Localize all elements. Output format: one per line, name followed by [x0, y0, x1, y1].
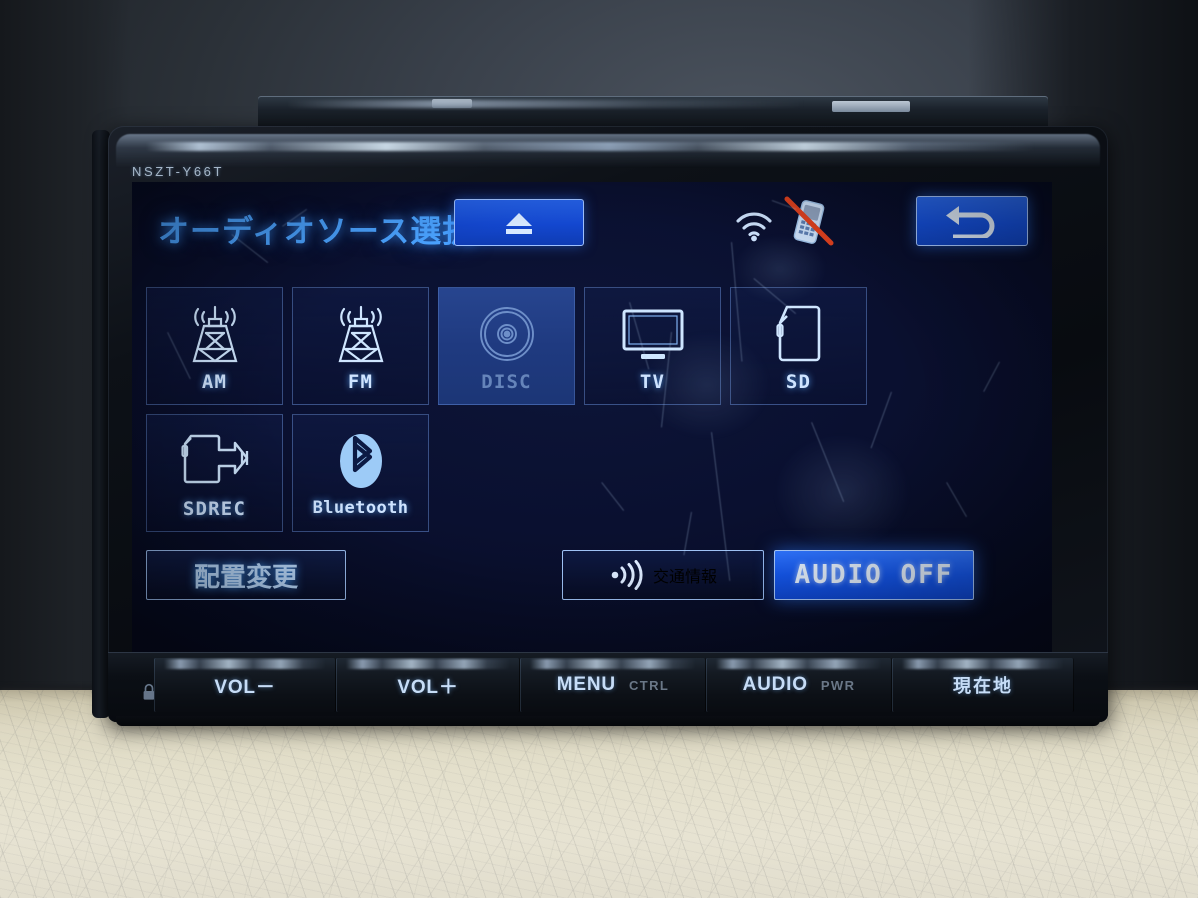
key-label: VOL－ [214, 676, 276, 698]
source-button-sdrec[interactable]: SDREC [146, 414, 283, 532]
source-label: FM [347, 371, 374, 393]
bezel-gloss [116, 134, 1100, 168]
screen-bottom-bar: 配置変更 交通情報 AUDIO OFF [146, 550, 1038, 606]
source-label: SD [785, 371, 812, 393]
source-button-sd[interactable]: SD [730, 287, 867, 405]
source-button-bluetooth[interactable]: Bluetooth [292, 414, 429, 532]
traffic-info-button[interactable]: 交通情報 [562, 550, 764, 600]
source-button-disc[interactable]: DISC [438, 287, 575, 405]
radio-tower-icon [182, 299, 248, 369]
unit-top-tab-right [832, 101, 910, 112]
rearrange-button[interactable]: 配置変更 [146, 550, 346, 600]
key-sublabel: CTRL [628, 677, 670, 693]
bluetooth-icon [332, 426, 390, 496]
key-current-location[interactable]: 現在地 [892, 658, 1074, 712]
lcd-screen[interactable]: オーディオソース選択 AM FM DISC TV SD SDREC Blueto… [132, 182, 1052, 652]
physical-key-strip: VOL－ VOL＋ MENU CTRL AUDIO PWR 現在地 [108, 652, 1108, 722]
broadcast-wave-icon [611, 560, 643, 590]
car-head-unit: NSZT-Y66T オーディオソース選択 AM FM DISC TV SD SD… [86, 96, 1108, 726]
source-label: SDREC [182, 498, 247, 520]
key-sublabel: PWR [820, 677, 856, 693]
page-title: オーディオソース選択 [158, 214, 475, 250]
rearrange-label: 配置変更 [193, 562, 298, 593]
source-label: Bluetooth [312, 498, 409, 518]
radio-tower-icon [328, 299, 394, 369]
sd-record-icon [177, 426, 253, 496]
source-label: AM [201, 371, 228, 393]
key-label: VOL＋ [397, 676, 459, 698]
key-audio-pwr[interactable]: AUDIO PWR [706, 658, 892, 712]
audio-off-button[interactable]: AUDIO OFF [774, 550, 974, 600]
key-label: AUDIO [742, 674, 808, 695]
key-menu-ctrl[interactable]: MENU CTRL [520, 658, 706, 712]
return-arrow-icon [946, 206, 995, 238]
eject-button[interactable] [454, 199, 584, 246]
unit-bottom-edge [116, 716, 1100, 726]
wifi-icon [736, 212, 772, 242]
status-icon-group [732, 196, 862, 246]
model-number-label: NSZT-Y66T [132, 164, 225, 179]
back-button[interactable] [916, 196, 1028, 246]
disc-icon [474, 299, 540, 369]
phone-disconnected-icon [784, 196, 834, 246]
source-button-am[interactable]: AM [146, 287, 283, 405]
source-label: TV [639, 371, 666, 393]
bezel-gloss-streak [146, 142, 1036, 151]
key-label: MENU [556, 674, 616, 695]
source-row-2: SDREC Bluetooth [146, 414, 1026, 532]
source-button-fm[interactable]: FM [292, 287, 429, 405]
traffic-info-label: 交通情報 [652, 569, 717, 586]
sd-card-icon [770, 299, 828, 369]
unit-top-highlight [286, 100, 806, 108]
key-vol-up[interactable]: VOL＋ [336, 658, 520, 712]
unit-top-tab-left [432, 99, 472, 108]
source-row-1: AM FM DISC TV SD [146, 287, 1026, 405]
key-label: 現在地 [953, 676, 1013, 696]
photo-scene: NSZT-Y66T オーディオソース選択 AM FM DISC TV SD SD… [0, 0, 1198, 898]
audio-off-label: AUDIO OFF [794, 560, 954, 590]
audio-source-grid: AM FM DISC TV SD SDREC Bluetooth [146, 287, 1026, 532]
source-label: DISC [481, 371, 532, 393]
eject-icon [506, 212, 532, 234]
source-button-tv[interactable]: TV [584, 287, 721, 405]
television-icon [616, 299, 690, 369]
key-vol-down[interactable]: VOL－ [154, 658, 336, 712]
